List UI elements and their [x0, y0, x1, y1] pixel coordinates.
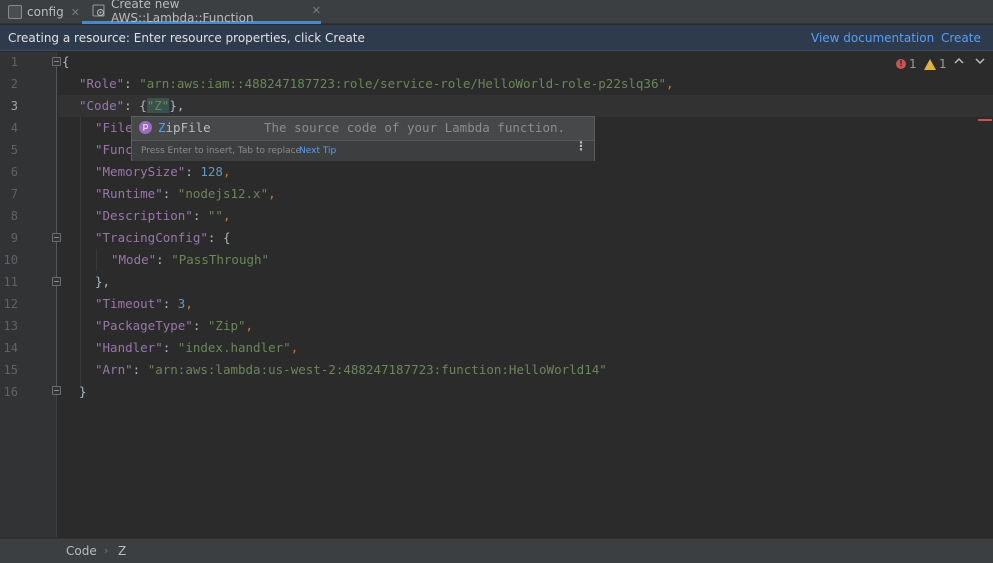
editor-notification-banner: Creating a resource: Enter resource prop…: [0, 25, 993, 51]
line-number: 9: [10, 231, 18, 245]
code-line-8: "Description": "",: [95, 208, 231, 223]
line-number: 13: [3, 319, 18, 333]
line-number-current: 3: [10, 99, 18, 113]
code-line-7: "Runtime": "nodejs12.x",: [95, 186, 276, 201]
file-icon: [8, 5, 22, 19]
error-stripe-marker[interactable]: [978, 119, 992, 121]
breadcrumb: Code › Z: [0, 538, 993, 563]
tab-label: Create new AWS::Lambda::Function: [111, 0, 254, 25]
line-number: 12: [3, 297, 18, 311]
code-line-10: "Mode": "PassThrough": [111, 252, 270, 267]
fold-marker-icon[interactable]: [52, 57, 61, 66]
code-line-5: "Func: [95, 142, 133, 157]
code-line-4: "File: [95, 120, 133, 135]
code-line-12: "Timeout": 3,: [95, 296, 193, 311]
next-tip-link[interactable]: Next Tip: [299, 146, 336, 156]
fold-marker-icon[interactable]: [52, 386, 61, 395]
breadcrumb-separator: ›: [104, 544, 109, 557]
line-number: 16: [3, 385, 18, 399]
line-number: 2: [10, 77, 18, 91]
completion-item-name: ZipFile: [158, 120, 211, 135]
view-documentation-link[interactable]: View documentation: [811, 31, 934, 45]
fold-outline: [56, 67, 57, 389]
code-line-3: "Code": {"Z"},: [79, 98, 185, 113]
error-icon: !: [896, 59, 906, 69]
line-number: 11: [3, 275, 18, 289]
code-line-11: },: [95, 274, 111, 289]
line-number: 15: [3, 363, 18, 377]
tab-label: config: [27, 5, 64, 19]
line-number: 7: [10, 187, 18, 201]
indent-guide: [80, 117, 81, 387]
line-number: 4: [10, 121, 18, 135]
warning-count[interactable]: 1: [924, 57, 947, 71]
line-number: 8: [10, 209, 18, 223]
banner-message: Creating a resource: Enter resource prop…: [8, 31, 365, 45]
completion-footer: Press Enter to insert, Tab to replace Ne…: [132, 140, 594, 161]
fold-marker-icon[interactable]: [52, 233, 61, 242]
code-line-1: {: [62, 54, 70, 69]
error-count[interactable]: ! 1: [896, 57, 917, 71]
next-highlight-icon[interactable]: [975, 56, 985, 69]
tab-create-lambda-function[interactable]: Create new AWS::Lambda::Function ✕: [82, 0, 321, 25]
line-number: 1: [10, 55, 18, 69]
completion-item-zipfile[interactable]: p ZipFile The source code of your Lambda…: [132, 117, 594, 139]
code-line-6: "MemorySize": 128,: [95, 164, 231, 179]
line-number: 6: [10, 165, 18, 179]
warning-icon: [924, 58, 936, 70]
tab-config[interactable]: config ✕: [0, 0, 82, 24]
code-line-16: }: [79, 384, 87, 399]
line-number: 5: [10, 143, 18, 157]
code-line-9: "TracingConfig": {: [95, 230, 231, 245]
breadcrumb-item[interactable]: Code: [66, 544, 97, 558]
create-link[interactable]: Create: [941, 31, 981, 45]
code-line-13: "PackageType": "Zip",: [95, 318, 254, 333]
close-icon[interactable]: ✕: [71, 6, 80, 19]
code-line-2: "Role": "arn:aws:iam::488247187723:role/…: [79, 76, 674, 91]
code-line-14: "Handler": "index.handler",: [95, 340, 299, 355]
close-icon[interactable]: ✕: [312, 4, 321, 17]
completion-hint: Press Enter to insert, Tab to replace: [141, 146, 302, 156]
line-number: 14: [3, 341, 18, 355]
more-options-icon[interactable]: ⋮: [575, 140, 587, 152]
breadcrumb-item[interactable]: Z: [118, 544, 126, 558]
editor-tab-bar: config ✕ Create new AWS::Lambda::Functio…: [0, 0, 993, 25]
completion-item-description: The source code of your Lambda function.: [264, 120, 566, 135]
previous-highlight-icon[interactable]: [954, 56, 964, 69]
property-icon: p: [139, 121, 152, 134]
resource-icon: [92, 4, 106, 18]
line-number: 10: [3, 253, 18, 267]
code-line-15: "Arn": "arn:aws:lambda:us-west-2:4882471…: [95, 362, 607, 377]
current-line-highlight: [58, 95, 993, 117]
indent-guide: [96, 249, 97, 271]
code-completion-popup: p ZipFile The source code of your Lambda…: [131, 116, 595, 161]
fold-marker-icon[interactable]: [52, 277, 61, 286]
